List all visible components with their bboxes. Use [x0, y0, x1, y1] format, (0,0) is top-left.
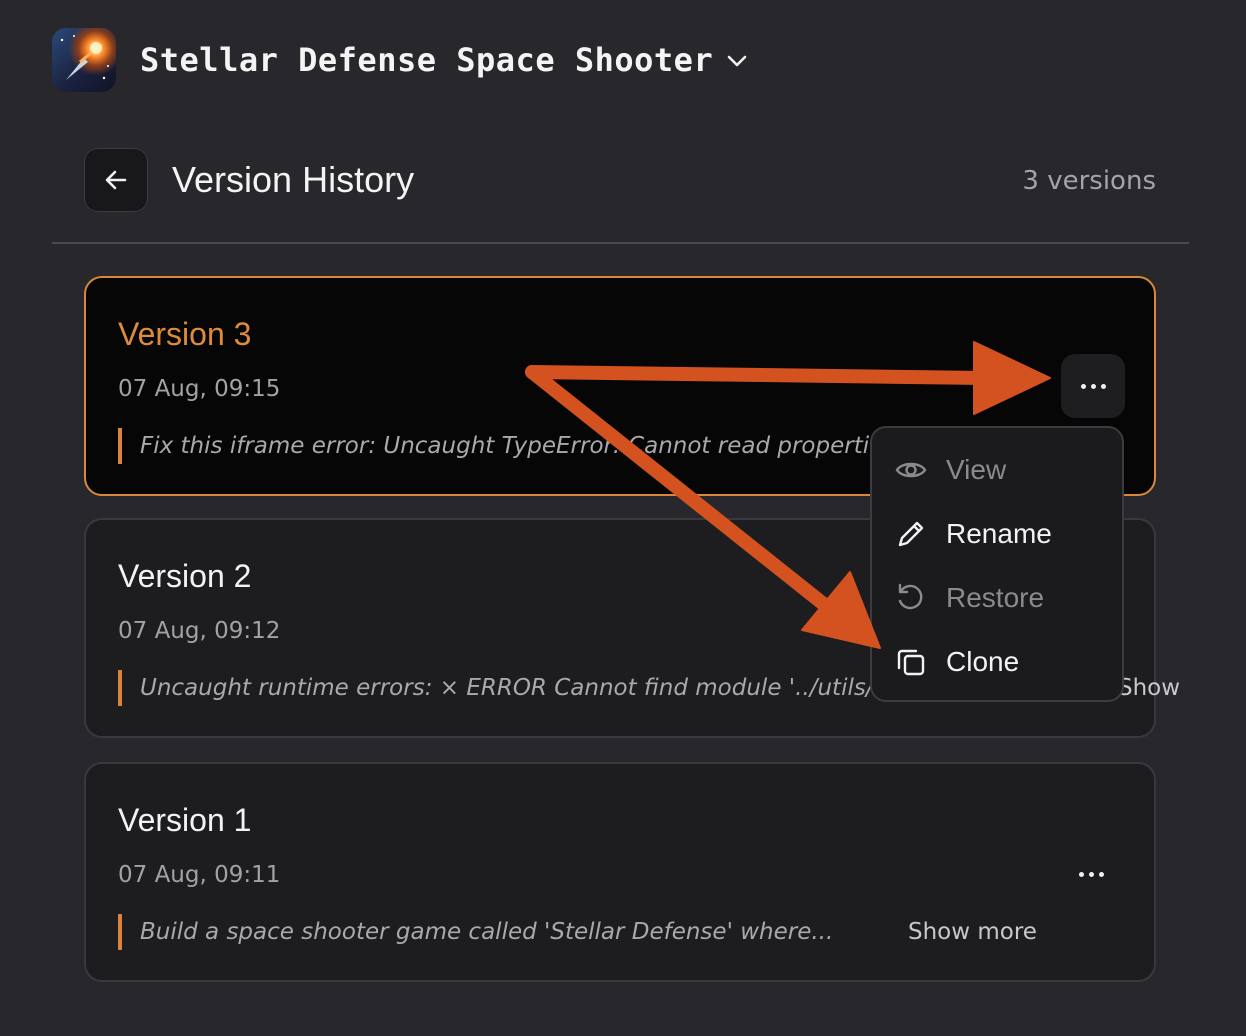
version-prompt: Uncaught runtime errors: × ERROR Cannot …: [118, 670, 888, 706]
version-card-1[interactable]: Version 1 07 Aug, 09:11 Build a space sh…: [84, 762, 1156, 982]
arrow-left-icon: [105, 170, 127, 190]
more-options-button[interactable]: [1061, 354, 1125, 418]
menu-item-rename[interactable]: Rename: [894, 510, 1114, 558]
menu-item-view[interactable]: View: [894, 446, 1114, 494]
page-title: Version History: [172, 159, 415, 200]
chevron-down-icon[interactable]: [724, 48, 750, 74]
version-title: Version 1: [118, 802, 252, 838]
menu-item-label: View: [946, 454, 1007, 485]
version-date: 07 Aug, 09:15: [118, 376, 281, 402]
pencil-icon: [898, 521, 924, 547]
project-title[interactable]: Stellar Defense Space Shooter: [140, 40, 713, 80]
version-title: Version 2: [118, 558, 252, 594]
context-menu: View Rename Restore Clone: [870, 426, 1124, 702]
restore-icon: [898, 583, 923, 610]
more-dots-icon: [1078, 871, 1104, 877]
version-date: 07 Aug, 09:12: [118, 618, 281, 644]
menu-item-label: Restore: [946, 582, 1045, 613]
app-icon: [52, 28, 116, 92]
version-date: 07 Aug, 09:11: [118, 862, 281, 888]
menu-item-restore[interactable]: Restore: [894, 574, 1114, 622]
version-title: Version 3: [118, 316, 252, 352]
show-more-link[interactable]: Show more: [908, 919, 1037, 945]
eye-icon: [895, 462, 927, 478]
menu-item-label: Clone: [946, 646, 1020, 677]
more-dots-icon: [1080, 383, 1106, 389]
version-prompt: Build a space shooter game called 'Stell…: [118, 914, 840, 950]
back-button[interactable]: [84, 148, 148, 212]
menu-item-label: Rename: [946, 518, 1052, 549]
divider: [52, 242, 1189, 244]
more-options-button[interactable]: [1059, 842, 1123, 906]
version-prompt: Fix this iframe error: Uncaught TypeErro…: [118, 428, 892, 464]
copy-icon: [897, 649, 925, 676]
version-count: 3 versions: [1022, 166, 1156, 196]
show-more-link[interactable]: Show: [1118, 675, 1180, 701]
menu-item-clone[interactable]: Clone: [894, 638, 1114, 686]
